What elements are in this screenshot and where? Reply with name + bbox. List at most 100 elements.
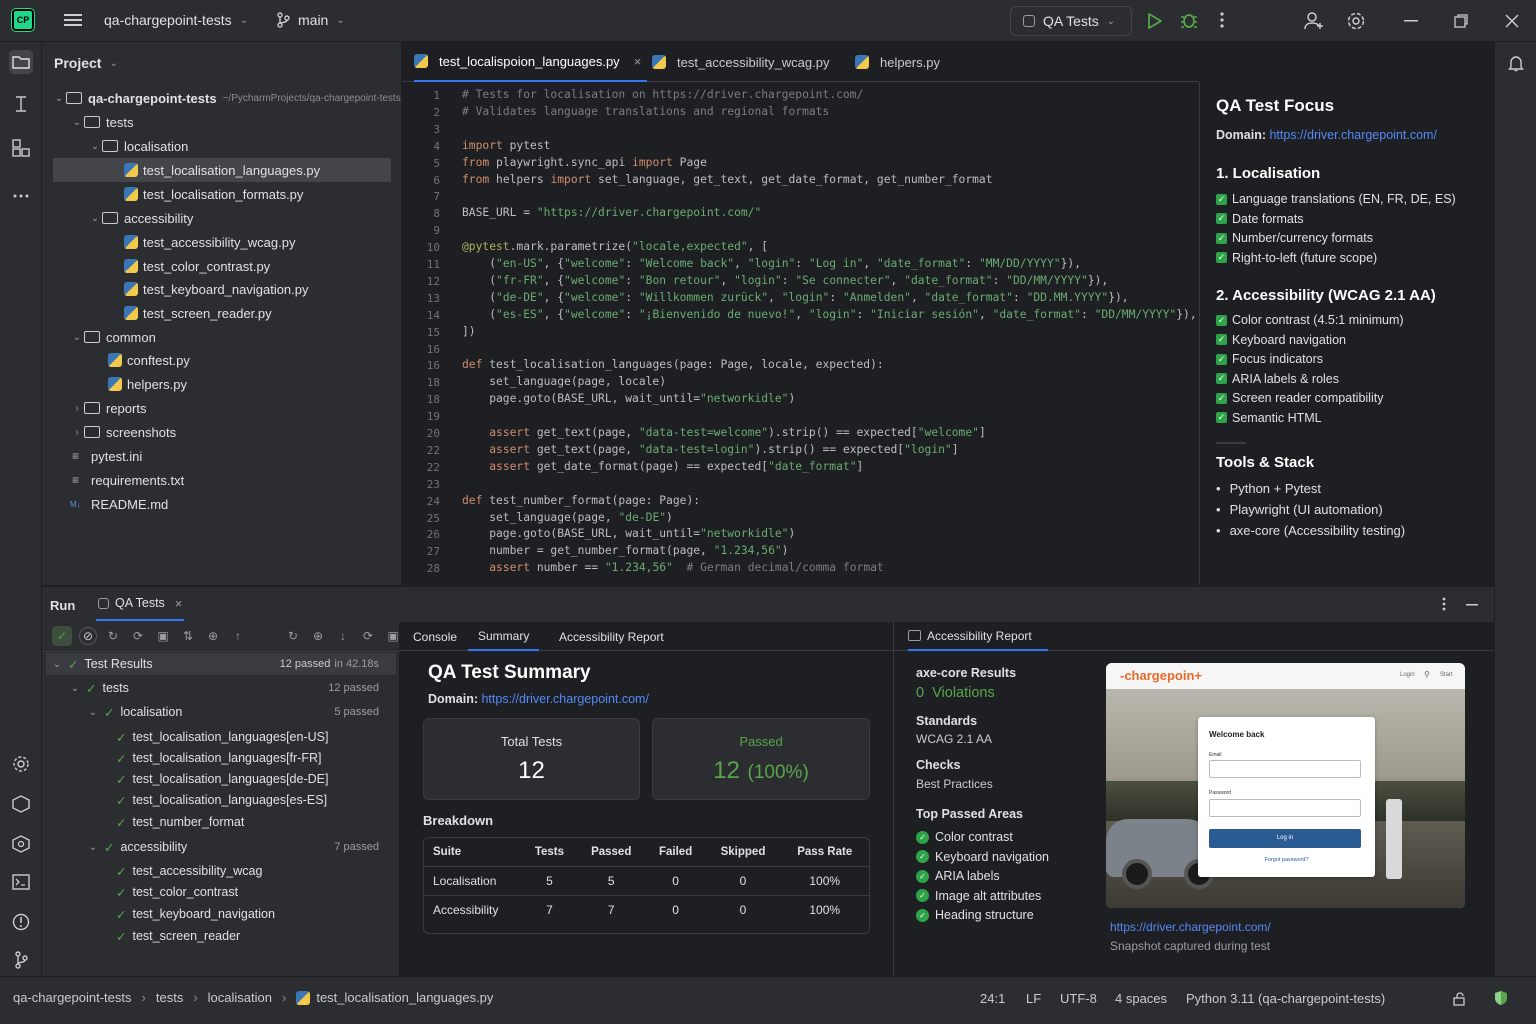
- run-configuration-select[interactable]: QA Tests ⌄: [1010, 6, 1132, 36]
- test-case-row[interactable]: ✓ test_localisation_languages[es-ES]: [112, 789, 327, 811]
- add-user-icon[interactable]: [1304, 11, 1324, 31]
- run-icon[interactable]: [1147, 12, 1163, 30]
- close-tab-icon[interactable]: ×: [634, 54, 642, 69]
- commit-tool-icon[interactable]: [9, 92, 33, 116]
- git-tool-icon[interactable]: [9, 948, 33, 972]
- password-field[interactable]: [1209, 799, 1361, 817]
- tree-file[interactable]: M↓ README.md: [70, 492, 168, 516]
- expand-all-icon[interactable]: ↻: [284, 629, 302, 643]
- settings-icon[interactable]: ⟳: [359, 629, 377, 643]
- terminal-tool-icon[interactable]: [9, 870, 33, 894]
- tab-console[interactable]: Console: [413, 630, 457, 644]
- snapshot-url[interactable]: https://driver.chargepoint.com/: [1110, 920, 1271, 934]
- tree-folder-reports[interactable]: › reports: [70, 396, 146, 420]
- debug-icon[interactable]: [1180, 11, 1198, 29]
- structure-tool-icon[interactable]: [9, 136, 33, 160]
- rerun-failed-icon[interactable]: ⟳: [129, 629, 147, 643]
- breadcrumb-item[interactable]: qa-chargepoint-tests: [13, 990, 132, 1005]
- more-tools-icon[interactable]: [9, 184, 33, 208]
- shield-icon[interactable]: [1494, 990, 1508, 1006]
- tree-folder-common[interactable]: ⌄ common: [70, 325, 156, 349]
- tab-accessibility-report[interactable]: Accessibility Report: [559, 630, 664, 644]
- tree-file[interactable]: conftest.py: [108, 348, 190, 372]
- test-case-row[interactable]: ✓ test_localisation_languages[fr-FR]: [112, 747, 321, 769]
- lock-icon[interactable]: [1453, 992, 1467, 1006]
- test-case-row[interactable]: ✓ test_accessibility_wcag: [112, 860, 262, 882]
- main-menu-icon[interactable]: [64, 12, 82, 28]
- breadcrumb-item[interactable]: localisation: [208, 990, 272, 1005]
- project-panel-header[interactable]: Project ⌄: [54, 55, 118, 71]
- services-tool-icon[interactable]: [9, 752, 33, 776]
- test-case-row[interactable]: ✓ test_keyboard_navigation: [112, 903, 275, 925]
- tree-file-selected[interactable]: test_localisation_languages.py: [53, 158, 391, 182]
- tree-file[interactable]: test_accessibility_wcag.py: [124, 230, 295, 254]
- forgot-password-link[interactable]: Forgot password?: [1198, 857, 1375, 863]
- left-tool-window-bar: [0, 42, 42, 976]
- caret-position[interactable]: 24:1: [980, 991, 1005, 1006]
- file-encoding[interactable]: UTF-8: [1060, 991, 1097, 1006]
- show-passed-icon[interactable]: ✓: [52, 626, 72, 646]
- tab-helpers[interactable]: helpers.py: [855, 42, 940, 82]
- tree-file[interactable]: helpers.py: [108, 372, 187, 396]
- tree-folder-localisation[interactable]: ⌄ localisation: [88, 134, 189, 158]
- branch-switcher[interactable]: main ⌄: [276, 12, 345, 28]
- history-icon[interactable]: ⊕: [204, 629, 222, 643]
- notifications-bell-icon[interactable]: [1504, 51, 1528, 75]
- test-case-row[interactable]: ✓ test_localisation_languages[en-US]: [112, 726, 328, 748]
- test-case-row[interactable]: ✓ test_color_contrast: [112, 881, 238, 903]
- tree-file[interactable]: test_color_contrast.py: [124, 254, 270, 278]
- project-tool-icon[interactable]: [9, 50, 33, 74]
- python-console-icon[interactable]: [9, 832, 33, 856]
- domain-link[interactable]: https://driver.chargepoint.com/: [481, 692, 648, 706]
- python-interpreter[interactable]: Python 3.11 (qa-chargepoint-tests): [1186, 991, 1385, 1006]
- tree-file[interactable]: test_localisation_formats.py: [124, 182, 303, 206]
- import-icon[interactable]: ↓: [334, 629, 352, 643]
- tree-file[interactable]: ≡ pytest.ini: [72, 444, 142, 468]
- test-suite-row[interactable]: ⌄ ✓ localisation: [86, 701, 183, 723]
- test-suite-row[interactable]: ⌄ ✓ accessibility: [86, 836, 187, 858]
- login-button[interactable]: Log in: [1209, 829, 1361, 848]
- export-icon[interactable]: ↑: [229, 629, 247, 643]
- line-separator[interactable]: LF: [1026, 991, 1041, 1006]
- breadcrumb-item[interactable]: test_localisation_languages.py: [316, 990, 493, 1005]
- page-snapshot[interactable]: -chargepoin+ Login ⚲ Start Welcome back …: [1106, 663, 1465, 908]
- more-actions-icon[interactable]: [1220, 12, 1224, 28]
- tree-folder-accessibility[interactable]: ⌄ accessibility: [88, 206, 194, 230]
- project-switcher[interactable]: qa-chargepoint-tests ⌄: [104, 12, 248, 28]
- domain-link[interactable]: https://driver.chargepoint.com/: [1269, 128, 1436, 142]
- toggle-auto-test-icon[interactable]: ▣: [154, 629, 172, 643]
- tab-summary[interactable]: Summary: [468, 622, 540, 651]
- hide-panel-icon[interactable]: [1466, 604, 1478, 606]
- tree-root[interactable]: ⌄ qa-chargepoint-tests ~/PycharmProjects…: [52, 86, 401, 110]
- code-editor[interactable]: 1 # Tests for localisation on https://dri…: [402, 82, 1199, 585]
- test-case-row[interactable]: ✓ test_screen_reader: [112, 925, 240, 947]
- tree-file[interactable]: test_screen_reader.py: [124, 301, 272, 325]
- collapse-all-icon[interactable]: ⊕: [309, 629, 327, 643]
- tab-accessibility-report[interactable]: Accessibility Report: [908, 622, 1048, 651]
- more-options-icon[interactable]: [1442, 597, 1446, 611]
- tree-folder-screenshots[interactable]: › screenshots: [70, 420, 176, 444]
- sort-icon[interactable]: ⇅: [179, 629, 197, 643]
- maximize-icon[interactable]: [1454, 14, 1468, 28]
- show-ignored-icon[interactable]: ⊘: [79, 627, 97, 645]
- rerun-icon[interactable]: ↻: [104, 629, 122, 643]
- tree-file[interactable]: ≡ requirements.txt: [72, 468, 184, 492]
- indent-setting[interactable]: 4 spaces: [1115, 991, 1167, 1006]
- close-tab-icon[interactable]: ×: [175, 596, 183, 611]
- test-case-row[interactable]: ✓ test_localisation_languages[de-DE]: [112, 768, 328, 790]
- email-field[interactable]: [1209, 760, 1361, 778]
- close-window-icon[interactable]: [1505, 14, 1519, 28]
- code-line: page.goto(BASE_URL, wait_until="networki…: [462, 392, 796, 406]
- tab-qa-tests[interactable]: QA Tests ×: [96, 587, 185, 621]
- problems-tool-icon[interactable]: [9, 910, 33, 934]
- tree-file[interactable]: test_keyboard_navigation.py: [124, 277, 309, 301]
- breadcrumb-item[interactable]: tests: [156, 990, 183, 1005]
- test-case-row[interactable]: ✓ test_number_format: [112, 811, 244, 833]
- tab-test-accessibility-wcag[interactable]: test_accessibility_wcag.py: [652, 42, 829, 82]
- tree-folder-tests[interactable]: ⌄ tests: [70, 110, 134, 134]
- tab-test-localisation-languages[interactable]: test_localispoion_languages.py ×: [414, 42, 648, 82]
- python-packages-icon[interactable]: [9, 792, 33, 816]
- settings-gear-icon[interactable]: [1346, 11, 1366, 31]
- minimize-icon[interactable]: [1404, 20, 1418, 22]
- test-suite-row[interactable]: ⌄ ✓ tests: [68, 677, 129, 699]
